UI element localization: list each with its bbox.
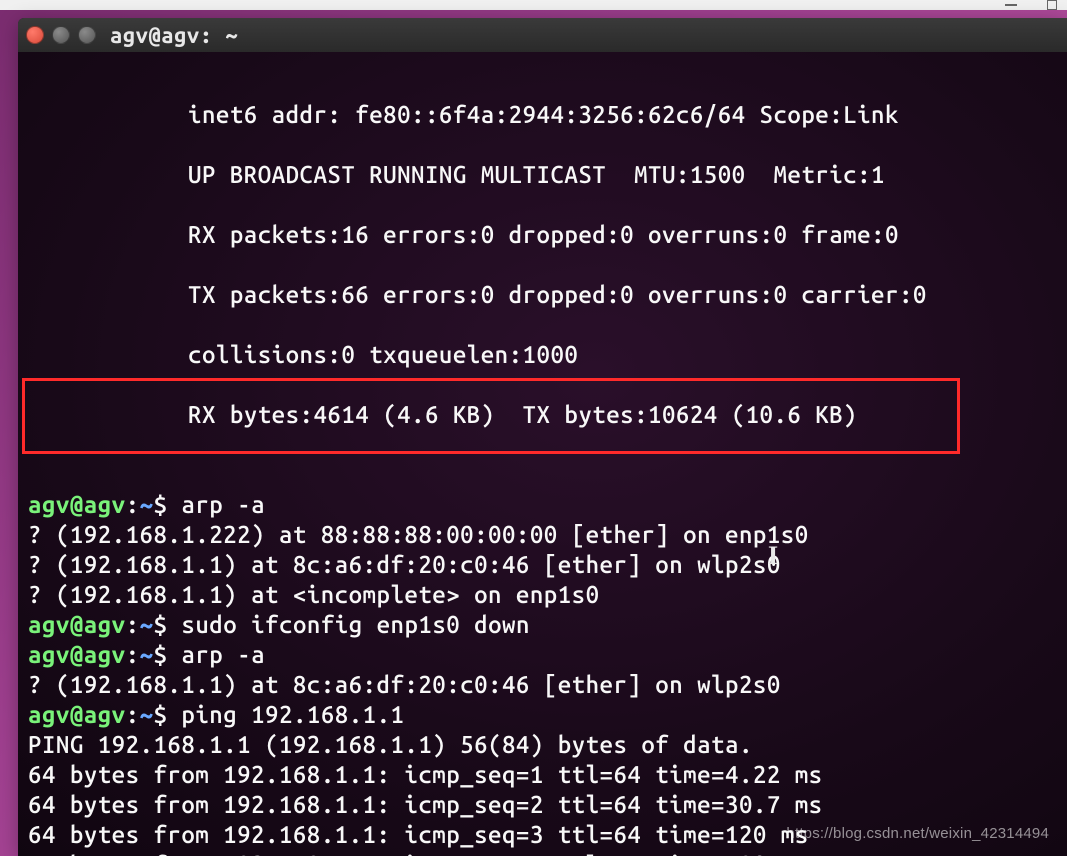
arp-output-line: ? (192.168.1.1) at 8c:a6:df:20:c0:46 [et… bbox=[28, 551, 781, 578]
arp-output-line: ? (192.168.1.1) at 8c:a6:df:20:c0:46 [et… bbox=[28, 671, 781, 698]
window-title: agv@agv: ~ bbox=[110, 23, 238, 48]
prompt-line: agv@agv:~$ arp -a bbox=[28, 491, 265, 518]
prompt-host: agv bbox=[84, 491, 126, 518]
prompt-user: agv bbox=[28, 701, 70, 728]
ping-header: PING 192.168.1.1 (192.168.1.1) 56(84) by… bbox=[28, 731, 753, 758]
host-minimize-icon[interactable] bbox=[1005, 4, 1017, 6]
prompt-at: @ bbox=[70, 491, 84, 518]
ifconfig-line: collisions:0 txqueuelen:1000 bbox=[28, 340, 1059, 370]
host-window-titlebar bbox=[0, 0, 1067, 10]
ping-reply-line: 64 bytes from 192.168.1.1: icmp_seq=3 tt… bbox=[28, 821, 809, 848]
ping-reply-line: 64 bytes from 192.168.1.1: icmp_seq=1 tt… bbox=[28, 761, 823, 788]
prompt-user: agv bbox=[28, 641, 70, 668]
ifconfig-line: RX packets:16 errors:0 dropped:0 overrun… bbox=[28, 220, 1059, 250]
arp-output-line: ? (192.168.1.222) at 88:88:88:00:00:00 [… bbox=[28, 521, 809, 548]
command-text: ping 192.168.1.1 bbox=[181, 701, 404, 728]
prompt-colon: : bbox=[126, 491, 140, 518]
prompt-line: agv@agv:~$ sudo ifconfig enp1s0 down bbox=[28, 611, 530, 638]
prompt-host: agv bbox=[84, 611, 126, 638]
prompt-line: agv@agv:~$ ping 192.168.1.1 bbox=[28, 701, 404, 728]
prompt-path: ~ bbox=[140, 701, 154, 728]
prompt-dollar: $ bbox=[154, 611, 168, 638]
ping-reply-line: 64 bytes from 192.168.1.1: icmp_seq=4 tt… bbox=[28, 851, 809, 856]
prompt-host: agv bbox=[84, 641, 126, 668]
terminal-titlebar[interactable]: agv@agv: ~ bbox=[18, 18, 1067, 52]
prompt-path: ~ bbox=[140, 491, 154, 518]
close-icon[interactable] bbox=[26, 26, 44, 44]
prompt-user: agv bbox=[28, 611, 70, 638]
watermark-text: https://blog.csdn.net/weixin_42314494 bbox=[786, 825, 1049, 842]
arp-output-line: ? (192.168.1.1) at <incomplete> on enp1s… bbox=[28, 581, 600, 608]
prompt-at: @ bbox=[70, 611, 84, 638]
text-cursor-icon: I bbox=[768, 540, 779, 573]
host-maximize-icon[interactable] bbox=[1047, 0, 1057, 10]
command-text: sudo ifconfig enp1s0 down bbox=[181, 611, 530, 638]
minimize-icon[interactable] bbox=[52, 26, 70, 44]
command-text: arp -a bbox=[181, 491, 265, 518]
prompt-path: ~ bbox=[140, 611, 154, 638]
ifconfig-line: RX bytes:4614 (4.6 KB) TX bytes:10624 (1… bbox=[28, 400, 1059, 430]
prompt-at: @ bbox=[70, 641, 84, 668]
prompt-dollar: $ bbox=[154, 491, 168, 518]
terminal-body[interactable]: inet6 addr: fe80::6f4a:2944:3256:62c6/64… bbox=[18, 52, 1067, 856]
ifconfig-line: TX packets:66 errors:0 dropped:0 overrun… bbox=[28, 280, 1059, 310]
prompt-colon: : bbox=[126, 701, 140, 728]
prompt-dollar: $ bbox=[154, 701, 168, 728]
terminal-window: agv@agv: ~ inet6 addr: fe80::6f4a:2944:3… bbox=[18, 18, 1067, 856]
prompt-colon: : bbox=[126, 611, 140, 638]
prompt-dollar: $ bbox=[154, 641, 168, 668]
ifconfig-line: inet6 addr: fe80::6f4a:2944:3256:62c6/64… bbox=[28, 100, 1059, 130]
prompt-path: ~ bbox=[140, 641, 154, 668]
prompt-colon: : bbox=[126, 641, 140, 668]
prompt-at: @ bbox=[70, 701, 84, 728]
ifconfig-line: UP BROADCAST RUNNING MULTICAST MTU:1500 … bbox=[28, 160, 1059, 190]
maximize-icon[interactable] bbox=[78, 26, 96, 44]
ping-reply-line: 64 bytes from 192.168.1.1: icmp_seq=2 tt… bbox=[28, 791, 823, 818]
prompt-host: agv bbox=[84, 701, 126, 728]
command-text: arp -a bbox=[181, 641, 265, 668]
prompt-line: agv@agv:~$ arp -a bbox=[28, 641, 265, 668]
prompt-user: agv bbox=[28, 491, 70, 518]
